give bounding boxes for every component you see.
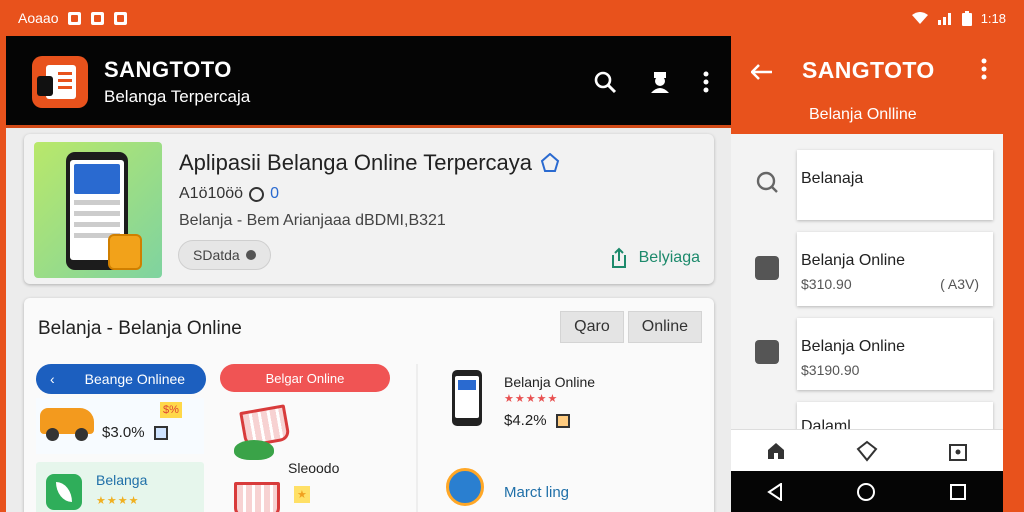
plant-icon [234, 440, 274, 460]
product-column-3: Belanja Online ★★★★★ $4.2% Marct ling [416, 364, 612, 512]
leaf-icon [46, 474, 82, 510]
cart-icon [234, 482, 280, 512]
product-column-2: Belgar Online Sleoodo ★ [220, 364, 390, 512]
search-icon [756, 171, 778, 193]
chip-label: SDatda [193, 247, 240, 263]
app-thumbnail [34, 142, 162, 278]
back-arrow-icon[interactable] [750, 60, 773, 86]
notification-icon [91, 11, 105, 25]
category-tab-label: Beange Onlinee [84, 371, 186, 387]
battery-icon [961, 10, 972, 26]
notification-icon [68, 11, 82, 25]
status-left-text: Aoaao [18, 10, 59, 26]
product-name: Belanga [96, 472, 148, 488]
secondary-toolbar: SANGTOTO Belanja Onlline [731, 36, 1003, 134]
share-button[interactable]: Belyiaga [609, 247, 700, 269]
home-icon[interactable] [766, 441, 786, 461]
featured-app-card[interactable]: Aplipasii Belanga Online Terpercaya A1ö1… [24, 134, 714, 284]
secondary-subtitle: Belanja Onlline [809, 106, 917, 123]
chip-button[interactable]: SDatda [178, 240, 271, 270]
featured-meta-extra: 0 [270, 185, 279, 202]
share-label: Belyiaga [638, 249, 700, 266]
list-item-title: Belanaja [801, 170, 864, 187]
notification-icon [114, 11, 128, 25]
more-vert-icon[interactable] [703, 71, 709, 93]
main-app-window: SANGTOTO Belanga Terpercaja Aplipasii Be… [6, 36, 731, 512]
tag-outline-icon[interactable] [856, 440, 878, 462]
list-item[interactable]: Belanja Online $310.90 ( A3V) [797, 232, 993, 306]
app-logo [32, 56, 88, 108]
wifi-icon [911, 12, 928, 24]
product-name: Sleoodo [288, 460, 340, 476]
brand: SANGTOTO Belanga Terpercaja [104, 57, 250, 107]
check-icon [755, 340, 779, 364]
verified-icon [540, 153, 560, 172]
nav-recents-icon[interactable] [949, 483, 967, 501]
product-name: Marct ling [504, 484, 570, 501]
list-item[interactable]: Belanja Online $3190.90 [797, 318, 993, 390]
list-item-title: Belanja Online [801, 252, 906, 269]
featured-meta: A1ö10öö [179, 185, 244, 202]
search-icon[interactable] [593, 70, 617, 94]
app-toolbar: SANGTOTO Belanga Terpercaja [6, 36, 731, 128]
bag-icon[interactable] [948, 441, 968, 461]
nav-back-icon[interactable] [767, 482, 783, 501]
brand-name: SANGTOTO [104, 57, 232, 82]
product-price: $3.0% [102, 424, 145, 441]
more-vert-icon[interactable] [981, 58, 987, 85]
list-item[interactable]: Belanaja [797, 150, 993, 220]
product-name: Belanja Online [504, 374, 596, 390]
product-price: $4.2% [504, 412, 547, 429]
category-tab-label: Belgar Online [265, 370, 345, 386]
phone-icon [452, 370, 482, 426]
list-item-extra: ( A3V) [940, 276, 979, 292]
bottom-navigation [731, 429, 1003, 471]
product-section: Belanja - Belanja Online Qaro Online ‹ B… [24, 298, 714, 512]
brand-tagline: Belanga Terpercaja [104, 87, 251, 106]
list-item-title: Belanja Online [801, 338, 906, 355]
system-nav-bar [731, 471, 1003, 512]
car-icon [40, 408, 94, 441]
chip-dot-icon [245, 250, 256, 260]
product-card[interactable]: $3.0% $% [36, 398, 204, 454]
user-icon[interactable] [647, 69, 673, 95]
filter-button-2[interactable]: Online [627, 311, 702, 343]
nav-home-icon[interactable] [856, 482, 876, 502]
chevron-left-icon: ‹ [50, 371, 55, 387]
list-item-price: $310.90 [801, 276, 852, 292]
filter-button-1[interactable]: Qaro [560, 311, 624, 343]
badge-icon [556, 414, 570, 428]
secondary-title: SANGTOTO [802, 57, 935, 83]
badge-icon [154, 426, 168, 440]
featured-title: Aplipasii Belanga Online Terpercaya [179, 150, 533, 175]
list-item-price: $3190.90 [801, 362, 860, 378]
category-tab[interactable]: ‹ Beange Onlinee [36, 364, 206, 394]
rating-stars: ★★★★ [96, 495, 140, 507]
star-icon: ★ [294, 486, 310, 503]
product-card[interactable]: Belanga ★★★★ [36, 462, 204, 512]
status-bar: Aoaao 1:18 [0, 0, 1024, 36]
rating-stars: ★★★★★ [504, 393, 559, 405]
share-icon [611, 247, 626, 268]
tag-icon [755, 256, 779, 280]
signal-icon [937, 13, 951, 25]
basket-icon [446, 468, 484, 506]
featured-description: Belanja - Bem Arianjaaa dBDMI,B321 [179, 212, 446, 229]
category-tab[interactable]: Belgar Online [220, 364, 390, 392]
section-title: Belanja - Belanja Online [38, 318, 242, 339]
info-icon [249, 186, 265, 202]
secondary-app-window: SANGTOTO Belanja Onlline Belanaja Belanj… [731, 36, 1003, 512]
clock: 1:18 [980, 10, 1006, 26]
product-column-1: ‹ Beange Onlinee $3.0% $% Belanga ★★★★ [36, 364, 206, 512]
product-tag: $% [160, 402, 182, 418]
